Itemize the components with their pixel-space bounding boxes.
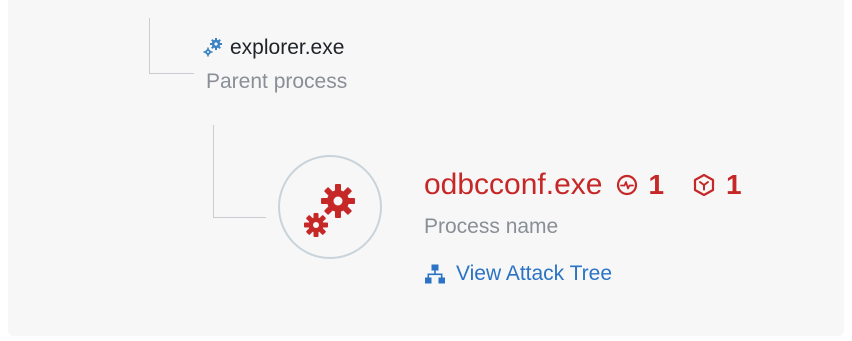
detections-count: 1	[648, 169, 665, 200]
view-attack-tree-link[interactable]: View Attack Tree	[424, 262, 612, 286]
view-attack-tree-label: View Attack Tree	[456, 262, 613, 285]
process-tree-panel: explorer.exe Parent process odbcconf.exe…	[8, 0, 844, 336]
tree-connector-parent	[149, 18, 194, 74]
gears-icon	[202, 37, 224, 59]
process-name-label: Process name	[424, 215, 559, 238]
parent-process-name: explorer.exe	[230, 36, 345, 59]
detections-badge[interactable]: 1	[616, 169, 664, 201]
process-name: odbcconf.exe	[424, 168, 603, 201]
activity-circle-icon	[617, 174, 638, 196]
tree-connector-child	[213, 125, 266, 218]
parent-process-label: Parent process	[206, 70, 348, 93]
alerts-count: 1	[726, 169, 742, 200]
gears-icon	[304, 184, 355, 237]
parent-process[interactable]: explorer.exe	[202, 36, 344, 60]
process-header: odbcconf.exe 1 1	[424, 168, 742, 202]
process-node-circle[interactable]	[278, 155, 382, 259]
hexagon-alert-icon	[693, 173, 715, 197]
hierarchy-icon	[425, 264, 445, 284]
alerts-badge[interactable]: 1	[692, 169, 742, 201]
